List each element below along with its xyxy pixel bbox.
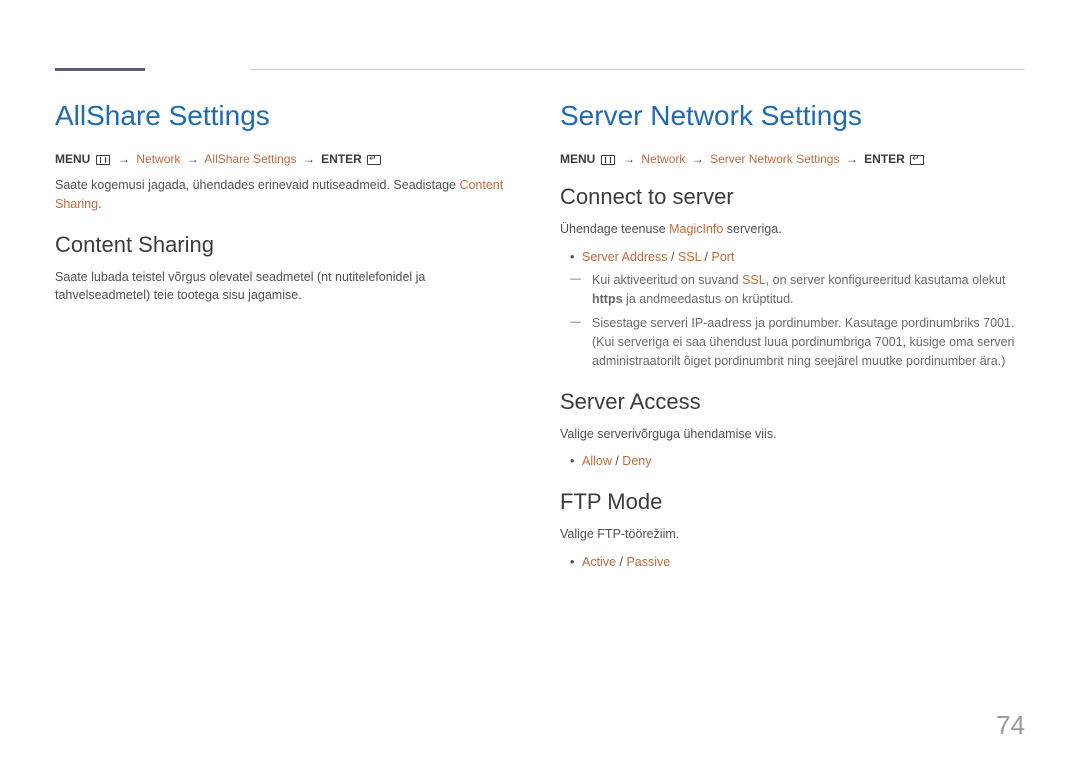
connect-para-b: serveriga. <box>723 222 781 236</box>
bc-arrow-r2: → <box>692 152 704 166</box>
right-column: Server Network Settings MENU → Network →… <box>560 100 1025 576</box>
opt-server-address: Server Address <box>582 250 667 264</box>
top-divider <box>250 69 1025 70</box>
opt-ssl: SSL <box>678 250 701 264</box>
connect-note-port: Sisestage serveri IP-aadress ja pordinum… <box>560 314 1025 370</box>
connect-bullets: Server Address / SSL / Port Kui aktiveer… <box>560 247 1025 371</box>
note-ssl-https: https <box>592 292 623 306</box>
content-columns: AllShare Settings MENU → Network → AllSh… <box>55 100 1025 576</box>
bc-network: Network <box>136 152 180 166</box>
intro-text-a: Saate kogemusi jagada, ühendades erineva… <box>55 178 459 192</box>
ftp-mode-para: Valige FTP-töörežiim. <box>560 525 1025 544</box>
top-accent-bar <box>55 68 145 71</box>
page-number: 74 <box>996 710 1025 741</box>
connect-para-a: Ühendage teenuse <box>560 222 669 236</box>
content-sharing-title: Content Sharing <box>55 232 520 258</box>
bc-arrow-2: → <box>187 152 199 166</box>
bc-arrow-1: → <box>118 152 130 166</box>
intro-text-b: . <box>98 197 101 211</box>
content-sharing-para: Saate lubada teistel võrgus olevatel sea… <box>55 268 520 306</box>
server-network-title: Server Network Settings <box>560 100 1025 132</box>
bc-enter-label: ENTER <box>321 152 362 166</box>
bc-allshare: AllShare Settings <box>204 152 296 166</box>
ftp-bullets: Active / Passive <box>560 552 1025 572</box>
bc-menu-label-r: MENU <box>560 152 595 166</box>
sep1: / <box>667 250 677 264</box>
opt-allow: Allow <box>582 454 612 468</box>
server-access-para: Valige serverivõrguga ühendamise viis. <box>560 425 1025 444</box>
access-bullet: Allow / Deny <box>560 451 1025 471</box>
allshare-intro: Saate kogemusi jagada, ühendades erineva… <box>55 176 520 214</box>
opt-passive: Passive <box>626 555 670 569</box>
note-ssl-b: , on server konfigureeritud kasutama ole… <box>766 273 1006 287</box>
enter-icon <box>367 155 381 165</box>
bc-arrow-r1: → <box>623 152 635 166</box>
note-ssl-a: Kui aktiveeritud on suvand <box>592 273 742 287</box>
access-sep: / <box>612 454 622 468</box>
bc-arrow-r3: → <box>846 152 858 166</box>
note-ssl-d: ja andmeedastus on krüptitud. <box>623 292 794 306</box>
menu-icon <box>601 155 615 165</box>
left-column: AllShare Settings MENU → Network → AllSh… <box>55 100 520 576</box>
sep2: / <box>701 250 711 264</box>
server-breadcrumb: MENU → Network → Server Network Settings… <box>560 152 1025 166</box>
connect-note-ssl: Kui aktiveeritud on suvand SSL, on serve… <box>560 271 1025 309</box>
connect-magicinfo: MagicInfo <box>669 222 723 236</box>
note-ssl-hl: SSL <box>742 273 766 287</box>
ftp-mode-title: FTP Mode <box>560 489 1025 515</box>
bc-server-settings: Server Network Settings <box>710 152 839 166</box>
ftp-bullet: Active / Passive <box>560 552 1025 572</box>
opt-port: Port <box>711 250 734 264</box>
menu-icon <box>96 155 110 165</box>
bc-network-r: Network <box>641 152 685 166</box>
bc-arrow-3: → <box>303 152 315 166</box>
connect-bullet-addr: Server Address / SSL / Port <box>560 247 1025 267</box>
access-bullets: Allow / Deny <box>560 451 1025 471</box>
allshare-title: AllShare Settings <box>55 100 520 132</box>
connect-server-para: Ühendage teenuse MagicInfo serveriga. <box>560 220 1025 239</box>
opt-deny: Deny <box>622 454 651 468</box>
opt-active: Active <box>582 555 616 569</box>
bc-menu-label: MENU <box>55 152 90 166</box>
ftp-sep: / <box>616 555 626 569</box>
connect-server-title: Connect to server <box>560 184 1025 210</box>
enter-icon <box>910 155 924 165</box>
bc-enter-label-r: ENTER <box>864 152 905 166</box>
server-access-title: Server Access <box>560 389 1025 415</box>
allshare-breadcrumb: MENU → Network → AllShare Settings → ENT… <box>55 152 520 166</box>
